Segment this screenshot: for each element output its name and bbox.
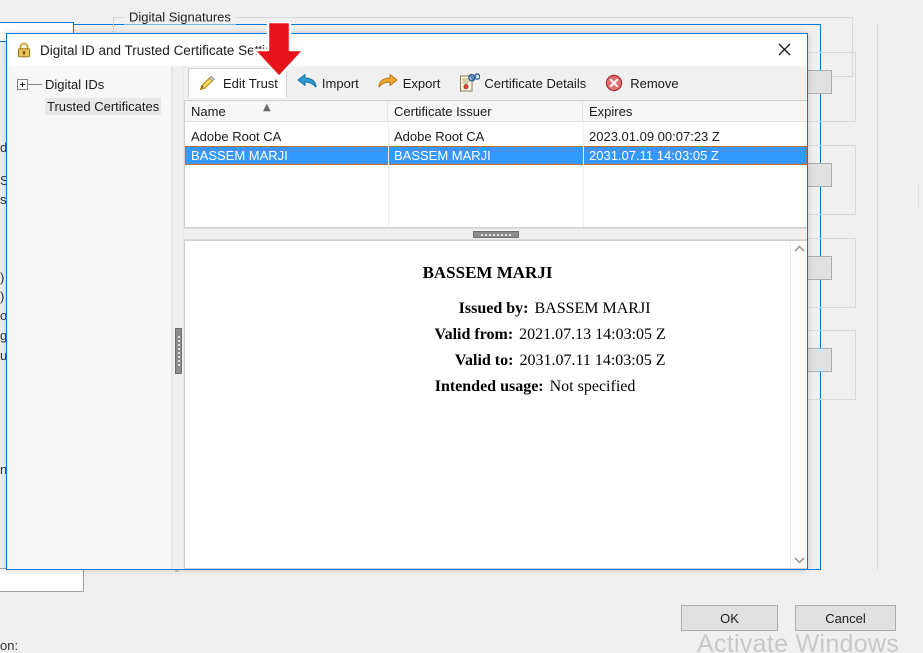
dialog-tree-pane: Digital IDs Trusted Certificates — [7, 66, 172, 569]
digital-id-settings-dialog: Digital ID and Trusted Certificate Setti… — [6, 33, 808, 570]
cancel-button-label: Cancel — [825, 611, 865, 626]
sort-ascending-icon: ▲ — [263, 102, 271, 113]
table-row[interactable]: Adobe Root CA Adobe Root CA 2023.01.09 0… — [185, 127, 807, 146]
certificate-details-label: Certificate Details — [484, 76, 586, 91]
dialog-body: Digital IDs Trusted Certificates — [7, 66, 807, 569]
column-divider — [583, 122, 584, 227]
edit-trust-label: Edit Trust — [223, 76, 278, 91]
table-row[interactable]: BASSEM MARJI BASSEM MARJI 2031.07.11 14:… — [185, 146, 807, 165]
dialog-titlebar: Digital ID and Trusted Certificate Setti… — [7, 34, 807, 66]
tree-elbow-line — [28, 84, 42, 85]
remove-label: Remove — [630, 76, 678, 91]
chevron-down-icon[interactable] — [794, 556, 805, 564]
horizontal-splitter-grip[interactable] — [473, 231, 519, 238]
horizontal-splitter[interactable] — [184, 228, 807, 240]
column-header-label: Name — [191, 104, 226, 119]
sidebar-item-label: Trusted Certificates — [45, 98, 161, 115]
cell-expires: 2023.01.09 00:07:23 Z — [583, 129, 807, 144]
sidebar-item-trusted-certificates[interactable]: Trusted Certificates — [7, 95, 171, 117]
certificate-detail-panel: BASSEM MARJI Issued by: BASSEM MARJI Val… — [184, 240, 807, 569]
detail-value: Not specified — [550, 374, 636, 400]
detail-value: BASSEM MARJI — [534, 296, 650, 322]
export-label: Export — [403, 76, 441, 91]
detail-row: Valid from: 2021.07.13 14:03:05 Z — [185, 322, 790, 348]
activate-windows-watermark: Activate Windows — [697, 630, 899, 653]
chevron-up-icon[interactable] — [794, 245, 805, 253]
certificate-details-button[interactable]: Certificate Details — [449, 68, 595, 98]
ok-button[interactable]: OK — [681, 605, 778, 631]
remove-circle-icon — [604, 73, 624, 93]
ok-button-label: OK — [720, 611, 739, 626]
background-scrollbar-track[interactable] — [918, 185, 923, 207]
import-arrow-icon — [296, 73, 316, 93]
column-header-expires[interactable]: Expires — [583, 101, 807, 121]
screen: Digital Signatures di S s ) ) o g us n o… — [0, 0, 923, 653]
detail-value: 2031.07.11 14:03:05 Z — [519, 348, 665, 374]
vertical-splitter-grip[interactable] — [175, 328, 182, 374]
sidebar-item-label: Digital IDs — [45, 77, 104, 92]
certificates-list[interactable]: Name ▲ Certificate Issuer Expires Adobe … — [184, 100, 807, 228]
certificate-detail-content: BASSEM MARJI Issued by: BASSEM MARJI Val… — [185, 241, 790, 568]
background-separator-line — [877, 24, 878, 570]
cell-issuer: Adobe Root CA — [388, 129, 583, 144]
expand-plus-icon[interactable] — [17, 79, 28, 90]
cell-name: BASSEM MARJI — [185, 148, 388, 163]
detail-row: Issued by: BASSEM MARJI — [185, 296, 790, 322]
certificate-glasses-icon — [458, 73, 478, 93]
detail-row: Valid to: 2031.07.11 14:03:05 Z — [185, 348, 790, 374]
detail-label: Valid from: — [309, 322, 519, 348]
pencil-icon — [197, 73, 217, 93]
detail-label: Issued by: — [324, 296, 534, 322]
close-icon[interactable] — [762, 34, 807, 65]
background-text-fragment: ) — [0, 289, 4, 304]
list-header-row: Name ▲ Certificate Issuer Expires — [185, 101, 807, 122]
cell-issuer: BASSEM MARJI — [388, 148, 583, 163]
background-text-fragment: on: — [0, 638, 18, 653]
cancel-button[interactable]: Cancel — [795, 605, 896, 631]
certificates-toolbar: Edit Trust Import — [184, 66, 807, 100]
detail-scrollbar[interactable] — [790, 241, 807, 568]
detail-value: 2021.07.13 14:03:05 Z — [519, 322, 666, 348]
detail-label: Valid to: — [309, 348, 519, 374]
export-arrow-icon — [377, 73, 397, 93]
edit-trust-button[interactable]: Edit Trust — [188, 68, 287, 98]
export-button[interactable]: Export — [368, 68, 450, 98]
column-divider — [388, 122, 389, 227]
dialog-content: Edit Trust Import — [184, 66, 807, 569]
lock-icon — [16, 42, 32, 58]
vertical-splitter[interactable] — [172, 66, 184, 569]
detail-label: Intended usage: — [340, 374, 550, 400]
import-button[interactable]: Import — [287, 68, 368, 98]
column-header-name[interactable]: Name ▲ — [185, 101, 388, 121]
column-header-label: Expires — [589, 104, 632, 119]
column-header-issuer[interactable]: Certificate Issuer — [388, 101, 583, 121]
background-bottom-box — [0, 568, 84, 592]
certificate-subject-title: BASSEM MARJI — [185, 263, 790, 283]
import-label: Import — [322, 76, 359, 91]
cell-name: Adobe Root CA — [185, 129, 388, 144]
background-groupbox-title: Digital Signatures — [124, 10, 236, 25]
dialog-title: Digital ID and Trusted Certificate Setti… — [40, 43, 287, 58]
sidebar-item-digital-ids[interactable]: Digital IDs — [7, 73, 171, 95]
column-header-label: Certificate Issuer — [394, 104, 492, 119]
remove-button[interactable]: Remove — [595, 68, 687, 98]
cell-expires: 2031.07.11 14:03:05 Z — [583, 148, 807, 163]
detail-row: Intended usage: Not specified — [185, 374, 790, 400]
background-text-fragment: ) — [0, 270, 4, 285]
